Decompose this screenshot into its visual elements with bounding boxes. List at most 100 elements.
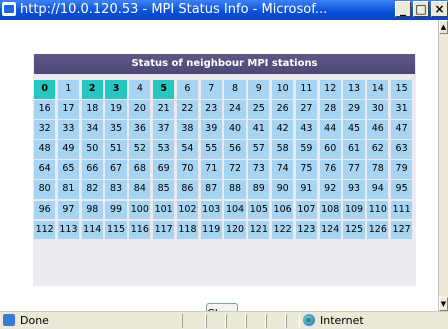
close-window-button[interactable]: × <box>431 1 448 17</box>
station-cell: 43 <box>295 120 318 139</box>
station-cell: 85 <box>152 180 175 200</box>
station-cell: 68 <box>129 160 151 179</box>
station-cell: 32 <box>34 120 56 139</box>
station-cell: 95 <box>390 180 413 200</box>
station-cell: 101 <box>152 200 175 220</box>
station-cell: 34 <box>81 120 103 139</box>
station-cell: 66 <box>81 160 103 179</box>
station-cell: 79 <box>390 160 413 179</box>
station-cell: 61 <box>343 140 365 159</box>
vertical-scrollbar[interactable]: ▲ ▼ <box>438 20 448 311</box>
station-cell: 118 <box>176 220 199 240</box>
station-cell: 5 <box>152 80 175 99</box>
station-cell: 125 <box>343 220 365 240</box>
status-segment <box>246 314 266 328</box>
station-cell: 121 <box>248 220 270 240</box>
title-bar: http://10.0.120.53 - MPI Status Info - M… <box>0 0 448 20</box>
station-cell: 119 <box>200 220 222 240</box>
station-cell: 117 <box>152 220 175 240</box>
station-cell: 123 <box>295 220 318 240</box>
station-cell: 114 <box>81 220 103 240</box>
minimize-button[interactable]: _ <box>395 1 411 17</box>
station-cell: 14 <box>367 80 389 99</box>
station-cell: 65 <box>57 160 80 179</box>
station-cell: 92 <box>319 180 341 200</box>
station-cell: 83 <box>105 180 127 200</box>
station-cell: 86 <box>176 180 199 200</box>
station-cell: 2 <box>81 80 103 99</box>
station-cell: 1 <box>57 80 80 99</box>
status-segment <box>226 314 246 328</box>
station-cell: 99 <box>105 200 127 220</box>
station-cell: 38 <box>176 120 199 139</box>
station-cell: 13 <box>343 80 365 99</box>
station-cell: 91 <box>295 180 318 200</box>
station-grid: 0 1 2 3 4 5 6 7 8 9 10 11 12 13 14 15 16 17 18 19 20 21 22 23 24… <box>34 80 415 240</box>
station-cell: 23 <box>200 100 222 119</box>
station-cell: 58 <box>271 140 294 159</box>
status-segment <box>266 314 286 328</box>
station-cell: 111 <box>390 200 413 220</box>
station-cell: 19 <box>105 100 127 119</box>
station-cell: 48 <box>34 140 56 159</box>
station-cell: 11 <box>295 80 318 99</box>
station-cell: 108 <box>319 200 341 220</box>
station-cell: 57 <box>248 140 270 159</box>
station-cell: 31 <box>390 100 413 119</box>
station-cell: 84 <box>129 180 151 200</box>
station-cell: 104 <box>224 200 246 220</box>
station-cell: 6 <box>176 80 199 99</box>
station-cell: 82 <box>81 180 103 200</box>
station-cell: 4 <box>129 80 151 99</box>
station-cell: 63 <box>390 140 413 159</box>
station-cell: 107 <box>295 200 318 220</box>
status-segment <box>286 314 300 328</box>
station-cell: 18 <box>81 100 103 119</box>
station-cell: 113 <box>57 220 80 240</box>
station-cell: 98 <box>81 200 103 220</box>
station-cell: 78 <box>367 160 389 179</box>
station-cell: 46 <box>367 120 389 139</box>
station-cell: 37 <box>152 120 175 139</box>
station-cell: 50 <box>81 140 103 159</box>
mpi-status-panel: Status of neighbour MPI stations 0123456… <box>33 54 416 286</box>
station-cell: 16 <box>34 100 56 119</box>
station-cell: 67 <box>105 160 127 179</box>
station-cell: 55 <box>200 140 222 159</box>
station-cell: 115 <box>105 220 127 240</box>
station-cell: 127 <box>390 220 413 240</box>
station-cell: 87 <box>200 180 222 200</box>
station-cell: 70 <box>176 160 199 179</box>
station-cell: 20 <box>129 100 151 119</box>
station-cell: 22 <box>176 100 199 119</box>
station-cell: 10 <box>271 80 294 99</box>
station-cell: 89 <box>248 180 270 200</box>
station-cell: 29 <box>343 100 365 119</box>
station-cell: 26 <box>271 100 294 119</box>
page-content: Status of neighbour MPI stations 0123456… <box>0 20 438 325</box>
scroll-up-arrow-icon[interactable]: ▲ <box>439 20 448 34</box>
station-cell: 106 <box>271 200 294 220</box>
station-cell: 97 <box>57 200 80 220</box>
station-cell: 7 <box>200 80 222 99</box>
station-cell: 75 <box>295 160 318 179</box>
station-cell: 28 <box>319 100 341 119</box>
station-cell: 126 <box>367 220 389 240</box>
station-cell: 69 <box>152 160 175 179</box>
station-cell: 73 <box>248 160 270 179</box>
station-cell: 56 <box>224 140 246 159</box>
station-cell: 21 <box>152 100 175 119</box>
station-cell: 110 <box>367 200 389 220</box>
station-cell: 81 <box>57 180 80 200</box>
status-segment <box>182 314 206 328</box>
station-cell: 102 <box>176 200 199 220</box>
scroll-down-arrow-icon[interactable]: ▼ <box>439 297 448 311</box>
station-cell: 33 <box>57 120 80 139</box>
station-cell: 51 <box>105 140 127 159</box>
station-cell: 49 <box>57 140 80 159</box>
maximize-button[interactable]: □ <box>413 1 429 17</box>
ie-page-icon <box>2 2 16 16</box>
station-cell: 39 <box>200 120 222 139</box>
station-cell: 103 <box>200 200 222 220</box>
station-cell: 77 <box>343 160 365 179</box>
